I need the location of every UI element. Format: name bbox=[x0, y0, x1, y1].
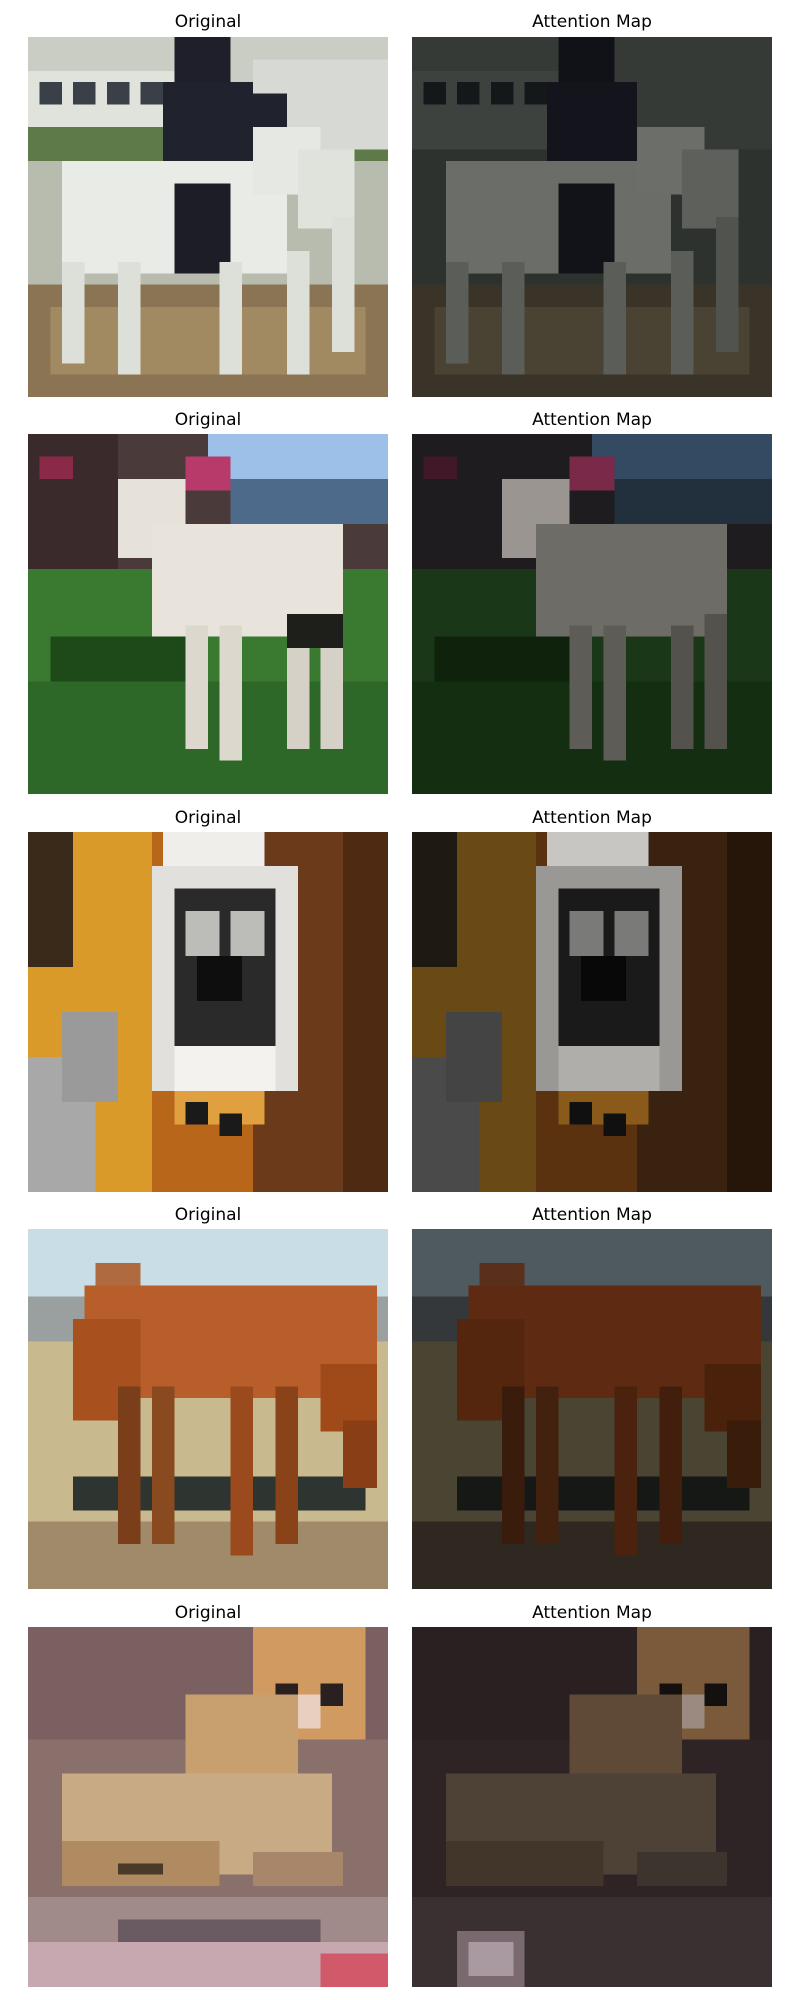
original-image-4 bbox=[28, 1229, 388, 1589]
original-title-1: Original bbox=[174, 12, 242, 32]
attention-map-title-1: Attention Map bbox=[532, 12, 652, 32]
attention-map-title-3: Attention Map bbox=[532, 808, 652, 828]
attention-map-title-4: Attention Map bbox=[532, 1205, 652, 1225]
original-title-2: Original bbox=[174, 410, 242, 430]
original-title-4: Original bbox=[174, 1205, 242, 1225]
original-image-3 bbox=[28, 832, 388, 1192]
attention-map-title-5: Attention Map bbox=[532, 1603, 652, 1623]
original-title-3: Original bbox=[174, 808, 242, 828]
original-title-5: Original bbox=[174, 1603, 242, 1623]
attention-map-title-2: Attention Map bbox=[532, 410, 652, 430]
attention-map-image-1 bbox=[412, 37, 772, 397]
attention-map-image-3 bbox=[412, 832, 772, 1192]
attention-map-image-4 bbox=[412, 1229, 772, 1589]
original-image-1 bbox=[28, 37, 388, 397]
attention-map-image-5 bbox=[412, 1627, 772, 1987]
original-image-2 bbox=[28, 434, 388, 794]
original-image-5 bbox=[28, 1627, 388, 1987]
attention-map-image-2 bbox=[412, 434, 772, 794]
